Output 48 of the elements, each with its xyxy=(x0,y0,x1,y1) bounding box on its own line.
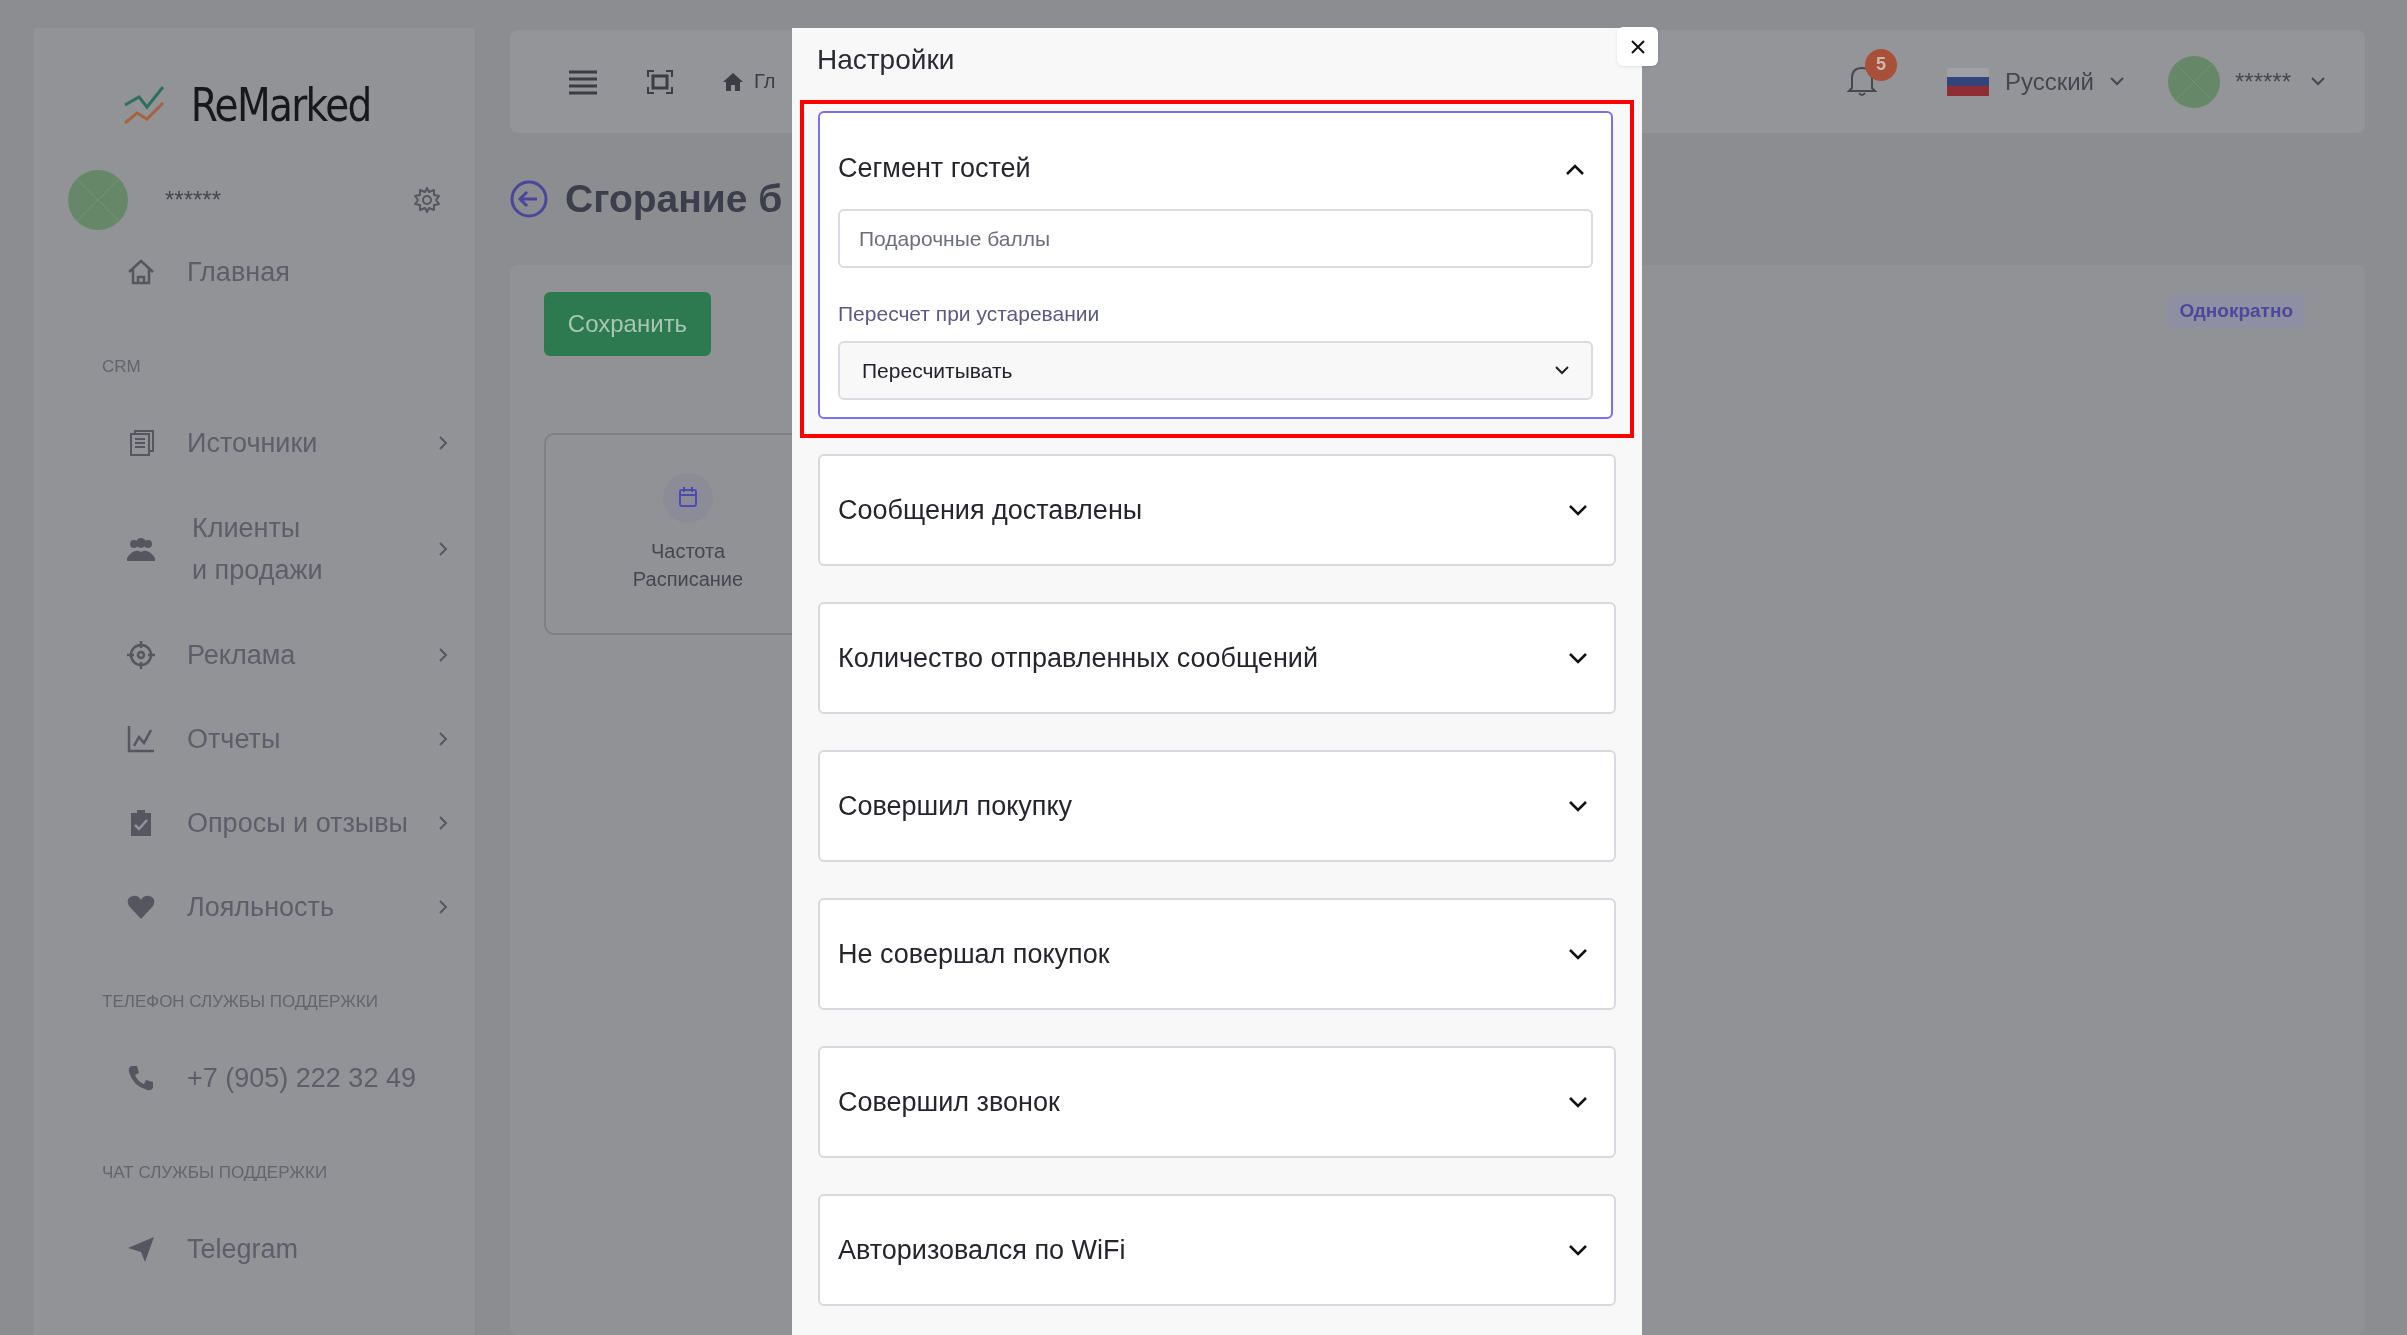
accordion-header[interactable]: Не совершал покупок xyxy=(838,900,1596,1008)
section-title: Авторизовался по WiFi xyxy=(838,1234,1126,1266)
accordion-header[interactable]: Совершил покупку xyxy=(838,752,1596,860)
accordion-header[interactable]: Авторизовался по WiFi xyxy=(838,1196,1596,1304)
back-icon[interactable] xyxy=(510,180,548,218)
send-icon xyxy=(126,1234,156,1264)
breadcrumb[interactable]: Гл xyxy=(754,70,776,93)
phone-icon xyxy=(126,1063,156,1093)
avatar xyxy=(68,170,128,230)
menu-icon[interactable] xyxy=(568,68,598,95)
logo-icon xyxy=(122,83,167,127)
save-button[interactable]: Сохранить xyxy=(544,292,711,356)
select-field[interactable]: Пересчитывать xyxy=(838,341,1593,400)
chart-icon xyxy=(126,724,156,754)
section-title: Количество отправленных сообщений xyxy=(838,642,1318,674)
trigger-label: Расписание xyxy=(632,567,744,592)
logo-text: ReMarked xyxy=(190,78,371,132)
home-icon[interactable] xyxy=(722,71,744,92)
chevron-down-icon xyxy=(1555,366,1569,375)
input-field[interactable]: Подарочные баллы xyxy=(838,209,1593,268)
close-icon xyxy=(1629,38,1646,55)
flag-icon xyxy=(1946,67,1989,96)
section-title: Не совершал покупок xyxy=(838,938,1110,970)
section-title: Совершил звонок xyxy=(838,1086,1060,1118)
accordion-header[interactable]: Сегмент гостей xyxy=(838,113,1593,207)
notification-badge: 5 xyxy=(1864,48,1897,81)
target-icon xyxy=(126,640,156,670)
accordion-header[interactable]: Совершил звонок xyxy=(838,1048,1596,1156)
section-title: Сегмент гостей xyxy=(838,153,1031,184)
accordion-header[interactable]: Сообщения доставлены xyxy=(838,456,1596,564)
fullscreen-icon[interactable] xyxy=(647,69,673,94)
frequency-badge: Однократно xyxy=(2167,294,2305,328)
home-icon xyxy=(126,257,156,287)
language-selector[interactable]: Русский xyxy=(2004,67,2094,96)
field-label: Пересчет при устаревании xyxy=(838,301,1101,327)
accordion-header[interactable]: Количество отправленных сообщений xyxy=(838,604,1596,712)
settings-icon[interactable] xyxy=(412,185,442,215)
section-title: Совершил покупку xyxy=(838,790,1073,822)
user-name[interactable]: ****** xyxy=(2234,67,2291,96)
chevron-down-icon xyxy=(2311,77,2325,86)
trigger-label: Частота xyxy=(650,539,726,564)
page-title: Сгорание б xyxy=(565,177,783,221)
close-button[interactable] xyxy=(1617,27,1658,66)
user-name: ****** xyxy=(165,186,222,214)
section-title: Сообщения доставлены xyxy=(838,494,1143,526)
dialog-title: Настройки xyxy=(816,43,956,77)
chevron-down-icon xyxy=(2109,77,2124,86)
calendar-icon xyxy=(663,473,713,523)
